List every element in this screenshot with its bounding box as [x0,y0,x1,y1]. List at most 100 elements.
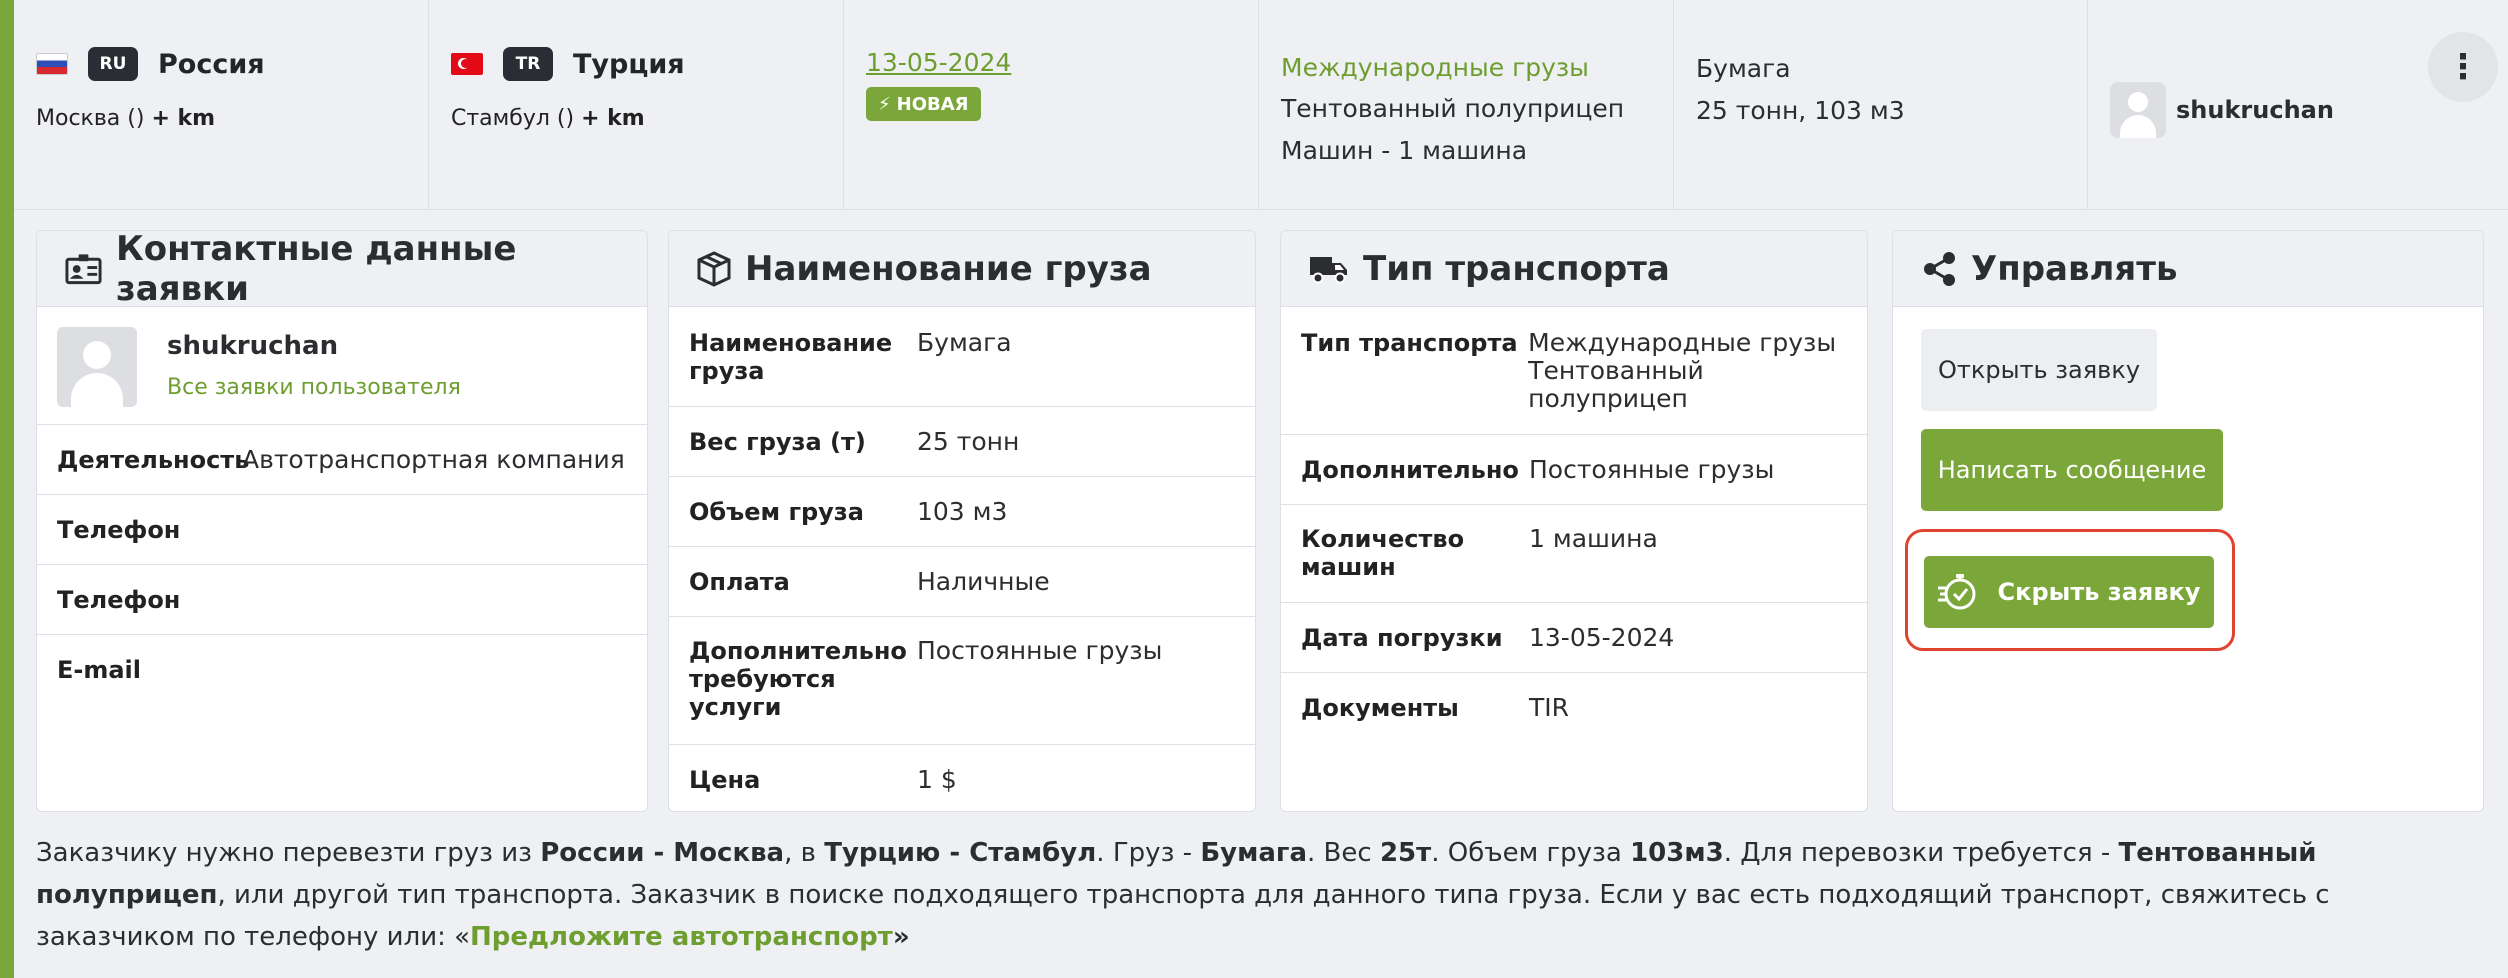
phone-label: Телефон [57,585,181,614]
desc-weight: 25т [1379,838,1432,868]
documents-label: Документы [1301,694,1459,722]
contact-card: Контактные данные заявки shukruchan Все … [36,230,648,812]
desc-to: Турцию - Стамбул [824,838,1097,868]
price-label: Цена [689,766,761,794]
table-row: Телефон [37,565,647,635]
cargo-name-value: Бумага [917,328,1012,357]
date-link[interactable]: 13-05-2024 [866,48,1236,77]
table-row: Вес груза (т) 25 тонн [669,407,1255,477]
origin-city: Москва () [36,106,145,131]
transport-cell: Международные грузы Тентованный полуприц… [1259,0,1674,210]
stopwatch-icon [1937,574,1976,610]
destination-cell: TR Турция Стамбул () + km [429,0,844,210]
transport-type: Тентованный полуприцеп [1281,94,1625,123]
documents-value: TIR [1529,693,1570,722]
desc-text: , в [784,838,825,868]
cargo-name-label: Наименование груза [689,329,893,385]
request-description: Заказчику нужно перевезти груз из России… [36,832,2476,958]
share-icon [1924,251,1955,286]
machines-value: 1 машина [1529,524,1658,553]
box-icon [697,250,731,287]
extra-services-label: Дополнительно требуются услуги [689,637,907,721]
hide-request-button[interactable]: Скрыть заявку [1924,556,2214,628]
destination-country: Турция [573,48,685,80]
email-label: E-mail [57,656,142,684]
cargo-weight-volume: 25 тонн, 103 м3 [1696,96,1905,125]
kebab-icon: ⋮ [2446,47,2480,87]
desc-text: » [892,922,910,952]
contact-card-title: Контактные данные заявки [116,230,517,309]
table-row: Телефон [37,495,647,565]
user-cell: shukruchan ⋮ [2088,0,2508,210]
desc-volume: 103м3 [1630,838,1724,868]
origin-country: Россия [158,48,265,80]
destination-km: + km [581,106,645,131]
origin-km: + km [151,106,216,131]
transport-category: Международные грузы [1281,53,1589,82]
summary-row: RU Россия Москва () + km TR Турция Стамб… [14,0,2508,210]
transport-card-title: Тип транспорта [1363,248,1670,289]
user-name[interactable]: shukruchan [2176,96,2334,124]
payment-label: Оплата [689,567,790,596]
destination-country-code: TR [503,47,553,81]
avatar[interactable] [2110,82,2166,138]
desc-from: России - Москва [540,838,785,868]
id-card-icon [65,253,102,284]
open-request-button[interactable]: Открыть заявку [1921,329,2157,411]
loading-date-label: Дата погрузки [1301,623,1503,652]
payment-value: Наличные [917,566,1050,596]
table-row: Цена 1 $ [669,745,1255,811]
table-row: E-mail [37,635,647,705]
cargo-name: Бумага [1696,54,1791,83]
machines-label: Количество машин [1301,525,1465,581]
transport-type-label: Тип транспорта [1301,329,1518,357]
transport-extra-value: Постоянные грузы [1529,454,1775,484]
cargo-volume-label: Объем груза [689,497,864,526]
bolt-icon: ⚡ [878,93,891,115]
activity-label: Деятельность [57,445,250,474]
cargo-card: Наименование груза Наименование груза Бу… [668,230,1256,812]
price-value: 1 $ [917,765,957,794]
table-row: Документы TIR [1281,673,1867,743]
cargo-cell: Бумага 25 тонн, 103 м3 [1674,0,2088,210]
table-row: Тип транспорта Международные грузы Тенто… [1281,307,1867,435]
hide-button-highlight: Скрыть заявку [1905,529,2235,651]
origin-cell: RU Россия Москва () + km [14,0,429,210]
write-message-button[interactable]: Написать сообщение [1921,429,2223,511]
truck-icon [1310,256,1347,283]
activity-value: Автотранспортная компания [242,444,625,474]
desc-text: , или другой тип транспорта. Заказчик в … [36,880,2330,952]
hide-request-label: Скрыть заявку [1997,578,2201,606]
table-row: Наименование груза Бумага [669,307,1255,407]
table-row: Дополнительно Постоянные грузы [1281,435,1867,505]
table-row: Дата погрузки 13-05-2024 [1281,603,1867,673]
user-requests-link[interactable]: Все заявки пользователя [167,375,461,400]
destination-city: Стамбул () [451,106,575,131]
left-accent-bar [0,0,14,978]
transport-type-value: Международные грузы Тентованный полуприц… [1528,328,1837,413]
table-row: Оплата Наличные [669,547,1255,617]
cargo-weight-label: Вес груза (т) [689,427,866,456]
offer-transport-link[interactable]: Предложите автотранспорт [470,922,893,952]
desc-text: . Для перевозки требуется - [1723,838,2119,868]
cargo-volume-value: 103 м3 [917,496,1008,526]
transport-extra-label: Дополнительно [1301,455,1519,484]
desc-text: . Вес [1307,838,1380,868]
cargo-card-title: Наименование груза [745,248,1152,289]
turkey-flag-icon [451,53,483,75]
extra-services-value: Постоянные грузы [917,636,1163,665]
desc-cargo: Бумага [1200,838,1308,868]
manage-card-title: Управлять [1971,248,2178,289]
request-card: RU Россия Москва () + km TR Турция Стамб… [14,0,2508,978]
desc-text: Заказчику нужно перевезти груз из [36,838,541,868]
table-row: Объем груза 103 м3 [669,477,1255,547]
origin-country-code: RU [88,47,138,81]
transport-card: Тип транспорта Тип транспорта Международ… [1280,230,1868,812]
avatar[interactable] [57,327,137,407]
table-row: Деятельность Автотранспортная компания [37,425,647,495]
contact-user-name: shukruchan [167,331,339,361]
new-badge-label: НОВАЯ [896,93,969,115]
desc-text: . Груз - [1096,838,1201,868]
more-menu-button[interactable]: ⋮ [2428,32,2498,102]
phone-label: Телефон [57,515,181,544]
